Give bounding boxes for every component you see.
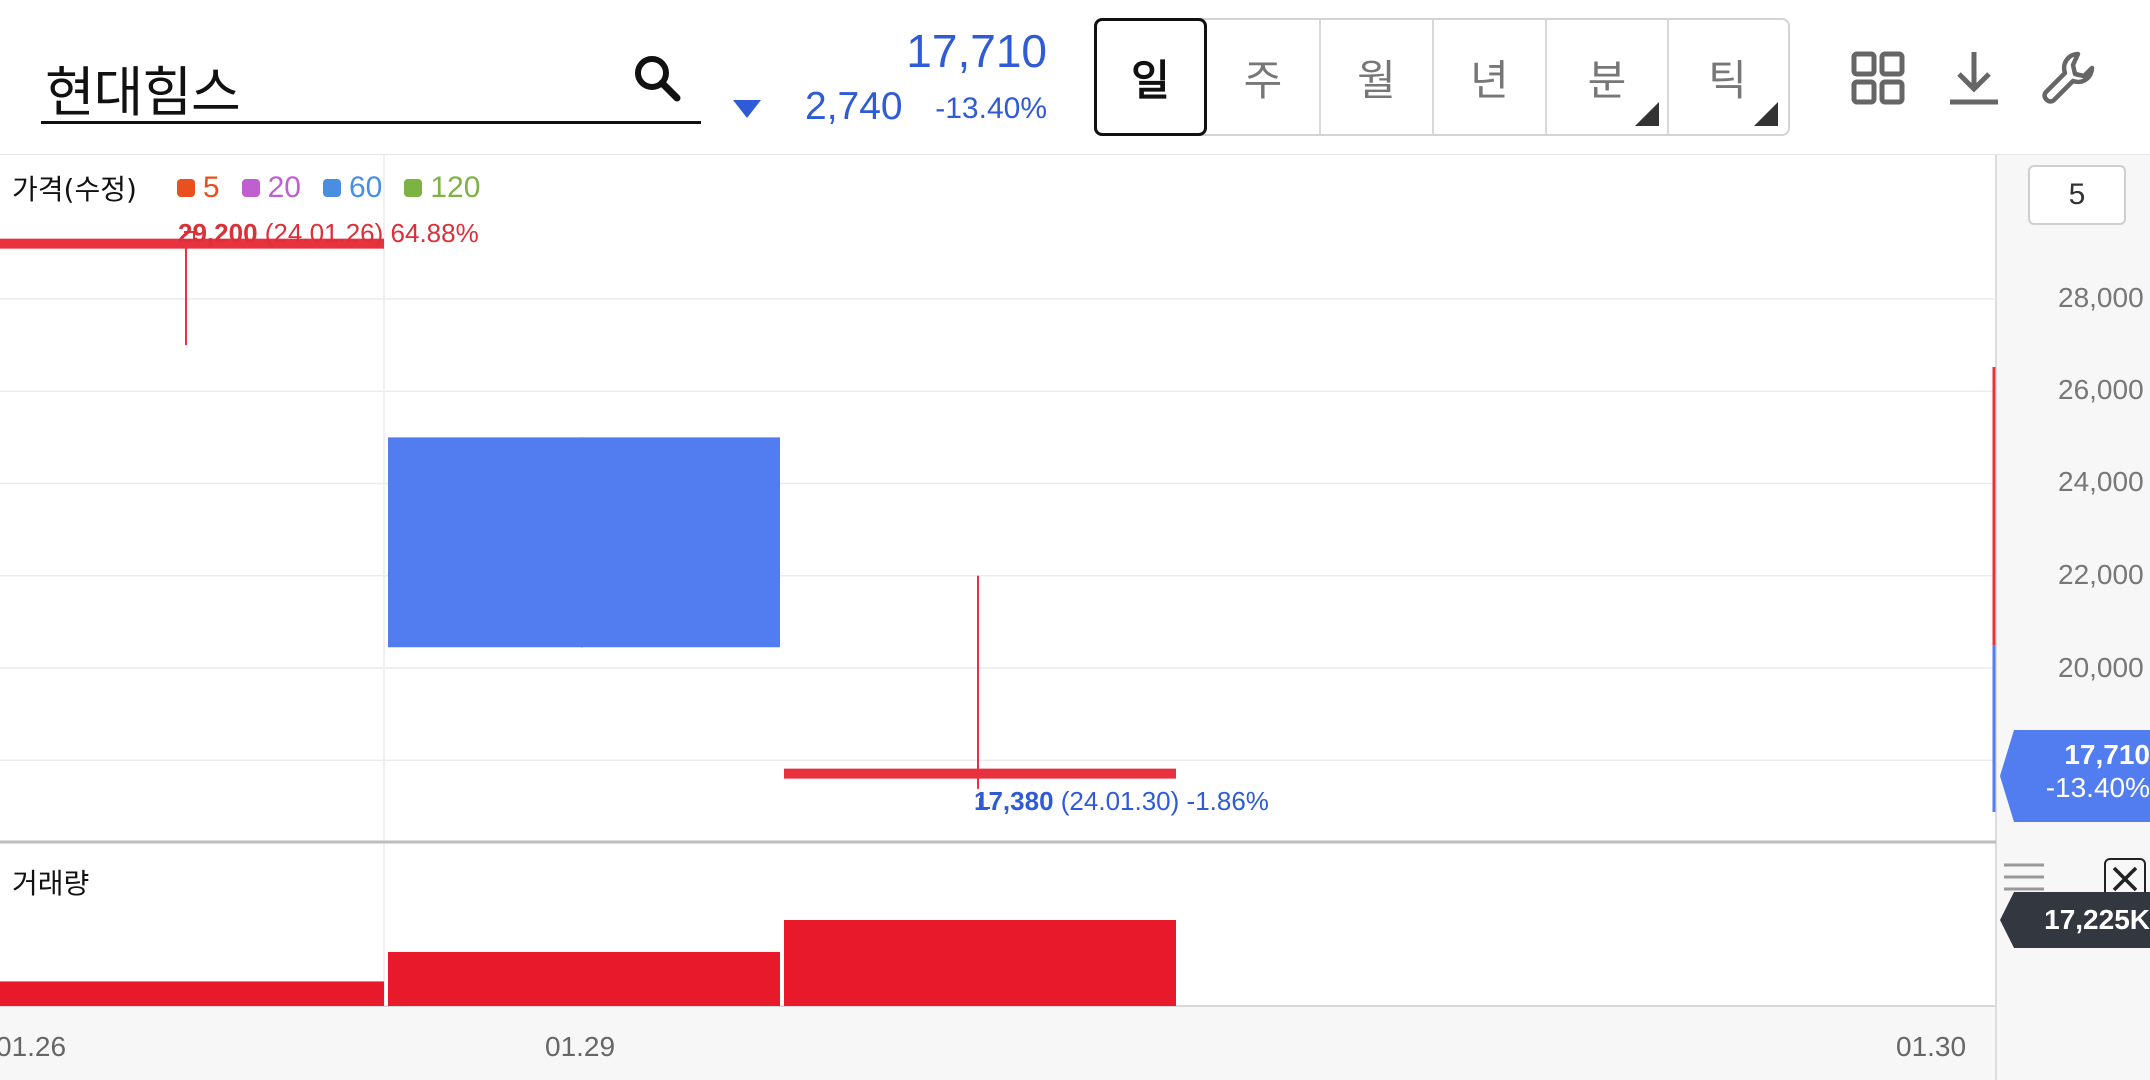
volume-bar bbox=[388, 951, 780, 1006]
chart-legend: 가격(수정) 5 20 60 120 bbox=[12, 168, 502, 208]
period-selector: 일 주 월 년 분 틱 bbox=[1094, 18, 1790, 136]
legend-color-swatch bbox=[176, 179, 195, 197]
wrench-icon[interactable] bbox=[2038, 48, 2098, 108]
legend-item-ma20[interactable]: 20 bbox=[241, 171, 301, 205]
legend-item-ma120[interactable]: 120 bbox=[404, 171, 480, 205]
period-day-button[interactable]: 일 bbox=[1094, 18, 1207, 136]
current-price: 17,710 bbox=[906, 25, 1047, 77]
y-tick-label: 26,000 bbox=[2058, 374, 2144, 405]
price-tag-rate: -13.40% bbox=[2045, 772, 2150, 803]
volume-bar bbox=[0, 981, 384, 1006]
price-tag-value: 17,710 bbox=[2064, 739, 2150, 770]
download-icon[interactable] bbox=[1944, 48, 2004, 108]
stock-name: 현대힘스 bbox=[45, 61, 241, 124]
stock-search-field[interactable]: 현대힘스 bbox=[41, 30, 701, 124]
legend-color-swatch bbox=[322, 179, 341, 197]
close-x-glyph bbox=[2112, 866, 2138, 892]
current-price-tag: 17,710 -13.40% bbox=[2000, 730, 2150, 822]
submenu-corner-icon bbox=[1754, 102, 1778, 126]
y-tick-label: 24,000 bbox=[2058, 466, 2144, 497]
min-price-annotation: 17,380 (24.01.30) -1.86% bbox=[974, 786, 1269, 816]
grid-icon[interactable] bbox=[1848, 48, 1908, 108]
price-change: 2,740 bbox=[805, 85, 903, 128]
legend-color-swatch bbox=[404, 179, 423, 197]
search-icon[interactable] bbox=[631, 52, 683, 104]
price-chart[interactable] bbox=[0, 155, 2150, 1080]
period-month-button[interactable]: 월 bbox=[1321, 20, 1434, 134]
y-tick-label: 28,000 bbox=[2058, 282, 2144, 313]
y-tick-label: 20,000 bbox=[2058, 652, 2144, 683]
menu-icon[interactable] bbox=[2002, 860, 2046, 894]
ma-period-input[interactable]: 5 bbox=[2028, 165, 2126, 225]
volume-bar bbox=[784, 920, 1176, 1006]
period-year-button[interactable]: 년 bbox=[1434, 20, 1547, 134]
x-tick-label: 01.29 bbox=[545, 1031, 616, 1062]
legend-item-ma5[interactable]: 5 bbox=[176, 171, 220, 205]
x-tick-label: 01.26 bbox=[0, 1031, 67, 1062]
volume-value-tag: 17,225K bbox=[2000, 892, 2150, 948]
period-minute-button[interactable]: 분 bbox=[1547, 20, 1669, 134]
price-change-rate: -13.40% bbox=[935, 92, 1047, 125]
legend-title: 가격(수정) bbox=[12, 173, 137, 206]
volume-panel-title: 거래량 bbox=[12, 867, 90, 900]
legend-item-ma60[interactable]: 60 bbox=[322, 171, 382, 205]
legend-color-swatch bbox=[241, 179, 260, 197]
x-axis-background bbox=[0, 1006, 1996, 1080]
candle-body bbox=[784, 768, 1176, 779]
chart-header: 현대힘스 17,710 2,740 -13.40% 일 주 월 년 분 틱 bbox=[0, 0, 2150, 155]
candle-body bbox=[388, 437, 780, 648]
max-price-annotation: 29,200 (24.01.26) 64.88% bbox=[178, 218, 479, 248]
x-tick-label: 01.30 bbox=[1896, 1031, 1967, 1062]
period-tick-button[interactable]: 틱 bbox=[1669, 20, 1786, 134]
dropdown-triangle-icon[interactable] bbox=[733, 98, 761, 120]
y-tick-label: 22,000 bbox=[2058, 559, 2144, 590]
submenu-corner-icon bbox=[1635, 102, 1659, 126]
period-week-button[interactable]: 주 bbox=[1207, 20, 1321, 134]
